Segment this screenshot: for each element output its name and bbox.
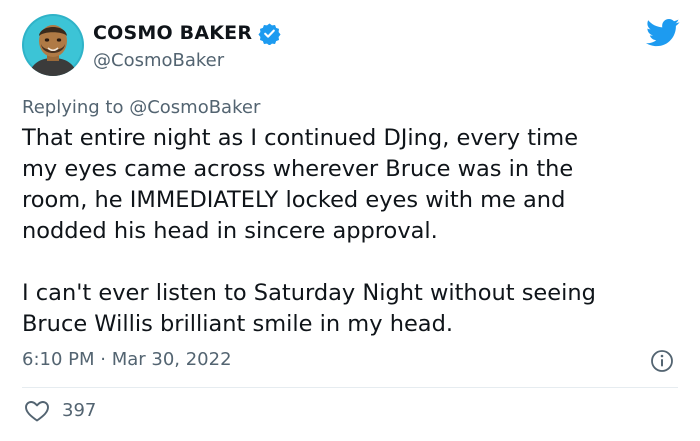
heart-icon[interactable] [24,399,50,423]
divider [22,387,678,388]
twitter-bird-icon[interactable] [646,18,680,48]
reply-mention-link[interactable]: @CosmoBaker [129,97,260,118]
info-icon[interactable] [650,349,674,373]
tweet-card: COSMO BAKER @CosmoBaker Replying to @Cos… [0,0,700,441]
tweet-paragraph: That entire night as I continued DJing, … [22,125,579,244]
reply-context-prefix: Replying to [22,97,130,118]
avatar-illustration-icon [22,14,84,76]
like-action[interactable]: 397 [24,399,96,423]
tweet-text: That entire night as I continued DJing, … [22,123,682,340]
verified-badge-icon [258,22,281,45]
avatar[interactable] [22,14,84,76]
tweet-timestamp[interactable]: 6:10 PM · Mar 30, 2022 [22,348,232,372]
author-name[interactable]: COSMO BAKER [93,21,252,45]
reply-context: Replying to @CosmoBaker [22,96,260,120]
like-count: 397 [62,400,97,421]
author-name-row: COSMO BAKER [93,21,281,45]
tweet-paragraph: I can't ever listen to Saturday Night wi… [22,280,596,337]
author-handle[interactable]: @CosmoBaker [93,50,224,72]
